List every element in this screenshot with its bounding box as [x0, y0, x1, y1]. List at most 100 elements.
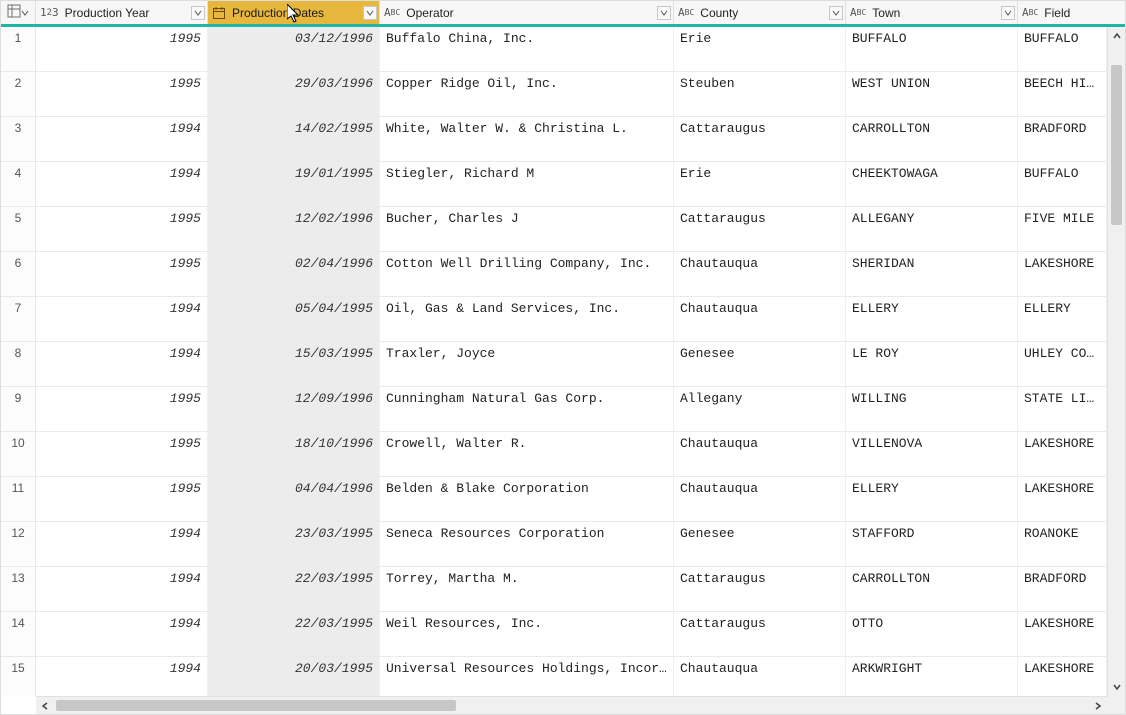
- vertical-scrollbar[interactable]: [1107, 27, 1125, 696]
- cell-field[interactable]: BRADFORD: [1018, 567, 1107, 611]
- cell-production_year[interactable]: 1995: [36, 477, 208, 521]
- row-number[interactable]: 1: [1, 27, 36, 71]
- cell-production_year[interactable]: 1994: [36, 657, 208, 696]
- cell-town[interactable]: VILLENOVA: [846, 432, 1018, 476]
- table-row[interactable]: 4199419/01/1995Stiegler, Richard MErieCH…: [1, 162, 1107, 207]
- table-row[interactable]: 15199420/03/1995Universal Resources Hold…: [1, 657, 1107, 696]
- cell-production_year[interactable]: 1995: [36, 207, 208, 251]
- cell-field[interactable]: BEECH HILL: [1018, 72, 1107, 116]
- column-header-production-year[interactable]: 123 Production Year: [36, 1, 208, 24]
- cell-production_dates[interactable]: 12/02/1996: [208, 207, 380, 251]
- table-row[interactable]: 6199502/04/1996Cotton Well Drilling Comp…: [1, 252, 1107, 297]
- cell-field[interactable]: BUFFALO: [1018, 27, 1107, 71]
- cell-production_year[interactable]: 1994: [36, 567, 208, 611]
- cell-field[interactable]: BUFFALO: [1018, 162, 1107, 206]
- cell-production_dates[interactable]: 19/01/1995: [208, 162, 380, 206]
- column-filter-dropdown[interactable]: [363, 6, 377, 20]
- cell-production_dates[interactable]: 05/04/1995: [208, 297, 380, 341]
- cell-town[interactable]: LE ROY: [846, 342, 1018, 386]
- cell-production_dates[interactable]: 23/03/1995: [208, 522, 380, 566]
- row-number[interactable]: 10: [1, 432, 36, 476]
- scroll-left-arrow[interactable]: [36, 697, 54, 714]
- cell-production_dates[interactable]: 22/03/1995: [208, 612, 380, 656]
- cell-town[interactable]: BUFFALO: [846, 27, 1018, 71]
- cell-operator[interactable]: Cotton Well Drilling Company, Inc.: [380, 252, 674, 296]
- table-row[interactable]: 14199422/03/1995Weil Resources, Inc.Catt…: [1, 612, 1107, 657]
- cell-field[interactable]: ELLERY: [1018, 297, 1107, 341]
- cell-production_dates[interactable]: 18/10/1996: [208, 432, 380, 476]
- cell-field[interactable]: UHLEY CORN: [1018, 342, 1107, 386]
- row-number[interactable]: 8: [1, 342, 36, 386]
- cell-production_year[interactable]: 1994: [36, 162, 208, 206]
- row-number[interactable]: 9: [1, 387, 36, 431]
- cell-operator[interactable]: Traxler, Joyce: [380, 342, 674, 386]
- row-number[interactable]: 13: [1, 567, 36, 611]
- cell-county[interactable]: Chautauqua: [674, 252, 846, 296]
- cell-town[interactable]: CHEEKTOWAGA: [846, 162, 1018, 206]
- row-number[interactable]: 12: [1, 522, 36, 566]
- cell-county[interactable]: Cattaraugus: [674, 567, 846, 611]
- cell-operator[interactable]: White, Walter W. & Christina L.: [380, 117, 674, 161]
- cell-operator[interactable]: Belden & Blake Corporation: [380, 477, 674, 521]
- scroll-track[interactable]: [1111, 47, 1122, 676]
- column-header-operator[interactable]: ABC Operator: [380, 1, 674, 24]
- cell-county[interactable]: Chautauqua: [674, 297, 846, 341]
- cell-field[interactable]: LAKESHORE: [1018, 252, 1107, 296]
- cell-county[interactable]: Genesee: [674, 522, 846, 566]
- cell-field[interactable]: BRADFORD: [1018, 117, 1107, 161]
- column-filter-dropdown[interactable]: [657, 6, 671, 20]
- row-number[interactable]: 4: [1, 162, 36, 206]
- cell-operator[interactable]: Cunningham Natural Gas Corp.: [380, 387, 674, 431]
- row-number[interactable]: 14: [1, 612, 36, 656]
- horizontal-scrollbar[interactable]: [36, 696, 1107, 714]
- cell-production_dates[interactable]: 14/02/1995: [208, 117, 380, 161]
- cell-town[interactable]: ELLERY: [846, 477, 1018, 521]
- cell-production_dates[interactable]: 04/04/1996: [208, 477, 380, 521]
- scroll-thumb[interactable]: [1111, 65, 1122, 225]
- row-number[interactable]: 15: [1, 657, 36, 696]
- cell-county[interactable]: Chautauqua: [674, 657, 846, 696]
- cell-production_year[interactable]: 1995: [36, 252, 208, 296]
- cell-town[interactable]: WILLING: [846, 387, 1018, 431]
- cell-production_year[interactable]: 1995: [36, 387, 208, 431]
- row-number[interactable]: 11: [1, 477, 36, 521]
- cell-field[interactable]: LAKESHORE: [1018, 657, 1107, 696]
- cell-field[interactable]: LAKESHORE: [1018, 432, 1107, 476]
- scroll-down-arrow[interactable]: [1108, 678, 1125, 696]
- cell-production_year[interactable]: 1994: [36, 522, 208, 566]
- table-row[interactable]: 10199518/10/1996Crowell, Walter R.Chauta…: [1, 432, 1107, 477]
- cell-town[interactable]: ELLERY: [846, 297, 1018, 341]
- cell-operator[interactable]: Seneca Resources Corporation: [380, 522, 674, 566]
- table-row[interactable]: 7199405/04/1995Oil, Gas & Land Services,…: [1, 297, 1107, 342]
- cell-field[interactable]: STATE LINE: [1018, 387, 1107, 431]
- cell-field[interactable]: LAKESHORE: [1018, 612, 1107, 656]
- cell-production_year[interactable]: 1994: [36, 342, 208, 386]
- column-header-field[interactable]: ABC Field: [1018, 1, 1107, 24]
- cell-county[interactable]: Cattaraugus: [674, 117, 846, 161]
- row-number[interactable]: 2: [1, 72, 36, 116]
- cell-production_year[interactable]: 1995: [36, 27, 208, 71]
- table-row[interactable]: 8199415/03/1995Traxler, JoyceGeneseeLE R…: [1, 342, 1107, 387]
- cell-county[interactable]: Cattaraugus: [674, 207, 846, 251]
- cell-operator[interactable]: Torrey, Martha M.: [380, 567, 674, 611]
- cell-operator[interactable]: Stiegler, Richard M: [380, 162, 674, 206]
- cell-county[interactable]: Cattaraugus: [674, 612, 846, 656]
- cell-town[interactable]: OTTO: [846, 612, 1018, 656]
- cell-production_year[interactable]: 1995: [36, 72, 208, 116]
- scroll-up-arrow[interactable]: [1108, 27, 1125, 45]
- cell-production_year[interactable]: 1995: [36, 432, 208, 476]
- cell-operator[interactable]: Oil, Gas & Land Services, Inc.: [380, 297, 674, 341]
- cell-production_dates[interactable]: 20/03/1995: [208, 657, 380, 696]
- row-number[interactable]: 3: [1, 117, 36, 161]
- cell-production_year[interactable]: 1994: [36, 297, 208, 341]
- table-row[interactable]: 3199414/02/1995White, Walter W. & Christ…: [1, 117, 1107, 162]
- column-filter-dropdown[interactable]: [829, 6, 843, 20]
- cell-county[interactable]: Chautauqua: [674, 432, 846, 476]
- cell-production_dates[interactable]: 15/03/1995: [208, 342, 380, 386]
- cell-town[interactable]: WEST UNION: [846, 72, 1018, 116]
- cell-town[interactable]: ALLEGANY: [846, 207, 1018, 251]
- column-header-town[interactable]: ABC Town: [846, 1, 1018, 24]
- cell-town[interactable]: CARROLLTON: [846, 567, 1018, 611]
- cell-production_year[interactable]: 1994: [36, 117, 208, 161]
- table-row[interactable]: 11199504/04/1996Belden & Blake Corporati…: [1, 477, 1107, 522]
